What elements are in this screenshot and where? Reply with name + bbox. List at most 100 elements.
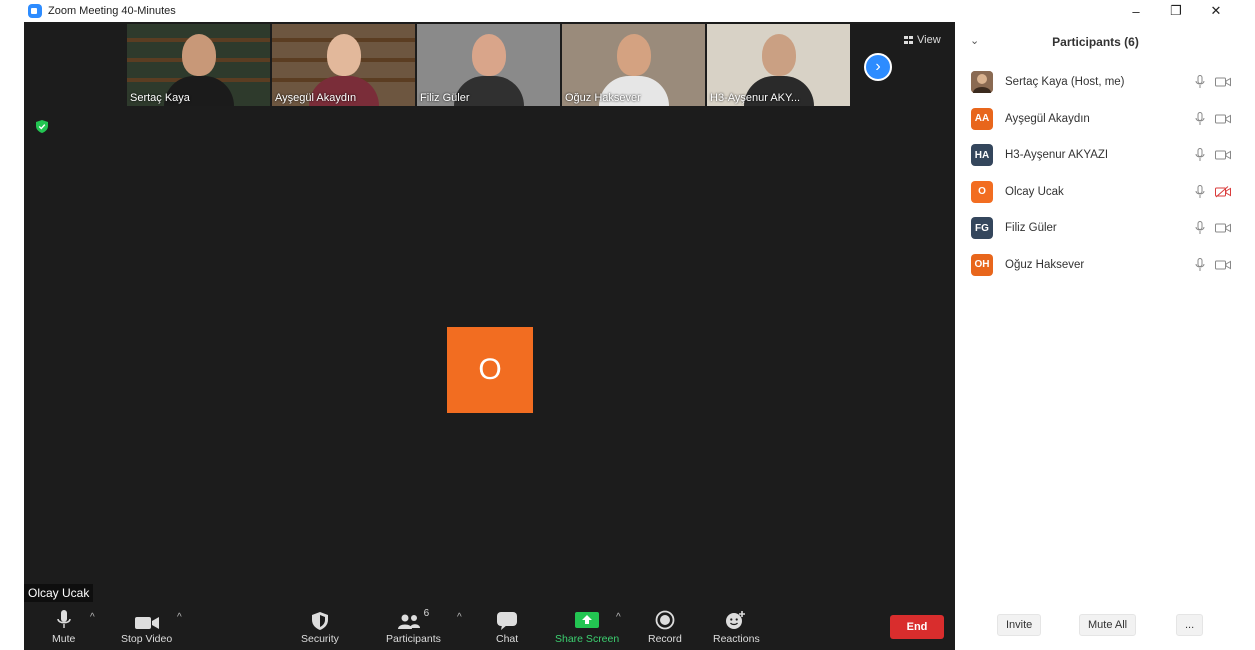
participant-name: Oğuz Haksever bbox=[1005, 258, 1085, 271]
record-label: Record bbox=[648, 633, 682, 645]
participant-avatar: FG bbox=[971, 217, 993, 239]
video-tile[interactable]: Filiz Güler bbox=[417, 24, 560, 106]
profile-photo-icon bbox=[971, 71, 993, 93]
close-button[interactable]: ✕ bbox=[1196, 0, 1236, 22]
meeting-toolbar: Mute ^ Stop Video ^ Security 6 Participa… bbox=[24, 602, 955, 650]
view-label: View bbox=[917, 34, 941, 46]
participant-head bbox=[181, 34, 216, 76]
participants-options-caret[interactable]: ^ bbox=[457, 612, 462, 623]
encryption-shield-icon[interactable] bbox=[36, 120, 48, 133]
chat-bubble-icon bbox=[497, 608, 518, 630]
gallery-strip: Sertaç Kaya Ayşegül Akaydın Filiz Güler Oğu… bbox=[127, 24, 850, 106]
more-options-button[interactable]: ... bbox=[1176, 614, 1204, 636]
microphone-icon[interactable] bbox=[1195, 184, 1209, 199]
stop-video-button[interactable]: Stop Video bbox=[121, 608, 172, 645]
participants-panel-header: ⌄ Participants (6) bbox=[955, 22, 1236, 62]
participant-row[interactable]: Sertaç Kaya (Host, me) bbox=[971, 70, 1231, 94]
video-options-caret[interactable]: ^ bbox=[177, 612, 182, 623]
video-off-icon[interactable] bbox=[1215, 185, 1231, 199]
participant-row[interactable]: FG Filiz Güler bbox=[971, 216, 1231, 240]
video-tile-name: Ayşegül Akaydın bbox=[275, 92, 357, 104]
audio-options-caret[interactable]: ^ bbox=[90, 612, 95, 623]
security-button[interactable]: Security bbox=[301, 608, 339, 645]
reactions-button[interactable]: Reactions bbox=[713, 608, 760, 645]
participant-head bbox=[326, 34, 361, 76]
video-tile[interactable]: Ayşegül Akaydın bbox=[272, 24, 415, 106]
share-screen-button[interactable]: Share Screen bbox=[555, 608, 619, 645]
video-camera-icon[interactable] bbox=[1215, 75, 1231, 89]
restore-button[interactable]: ❐ bbox=[1156, 0, 1196, 22]
participants-panel-title: Participants (6) bbox=[1052, 35, 1139, 49]
view-button[interactable]: View bbox=[904, 34, 941, 46]
participant-row[interactable]: O Olcay Ucak bbox=[971, 180, 1231, 204]
reactions-label: Reactions bbox=[713, 633, 760, 645]
mute-all-button[interactable]: Mute All bbox=[1079, 614, 1137, 636]
microphone-icon[interactable] bbox=[1195, 111, 1209, 126]
participant-name: Ayşegül Akaydın bbox=[1005, 112, 1090, 125]
microphone-icon[interactable] bbox=[1195, 148, 1209, 162]
mute-label: Mute bbox=[52, 633, 76, 645]
video-tile[interactable]: H3-Ayşenur AKY... bbox=[707, 24, 850, 106]
participant-avatar: HA bbox=[971, 144, 993, 166]
video-camera-icon[interactable] bbox=[1215, 148, 1231, 162]
participants-label: Participants bbox=[386, 633, 441, 645]
microphone-icon[interactable] bbox=[1195, 257, 1209, 272]
active-speaker-avatar: O bbox=[447, 327, 533, 413]
participant-head bbox=[616, 34, 651, 76]
video-tile-name: H3-Ayşenur AKY... bbox=[710, 92, 801, 104]
next-page-button[interactable]: › bbox=[864, 53, 892, 81]
end-meeting-button[interactable]: End bbox=[890, 615, 944, 639]
microphone-icon[interactable] bbox=[1195, 75, 1209, 89]
video-tile-name: Oğuz Haksever bbox=[565, 92, 641, 104]
participants-panel-footer: Invite Mute All ... bbox=[955, 614, 1236, 640]
participant-row[interactable]: AA Ayşegül Akaydın bbox=[971, 107, 1231, 131]
microphone-icon[interactable] bbox=[1195, 221, 1209, 235]
participant-name: Olcay Ucak bbox=[1005, 185, 1064, 198]
microphone-icon bbox=[56, 608, 71, 630]
participants-icon: 6 bbox=[397, 608, 430, 630]
participant-avatar: O bbox=[971, 180, 993, 203]
participant-row[interactable]: OH Oğuz Haksever bbox=[971, 253, 1231, 277]
grid-view-icon bbox=[904, 36, 913, 44]
invite-button[interactable]: Invite bbox=[997, 614, 1042, 636]
participant-avatar: OH bbox=[971, 253, 993, 276]
minimize-button[interactable]: – bbox=[1116, 0, 1156, 22]
participant-name: H3-Ayşenur AKYAZI bbox=[1005, 149, 1109, 161]
participant-head bbox=[471, 34, 506, 76]
zoom-window: Zoom Meeting 40-Minutes – ❐ ✕ Sertaç Kay… bbox=[0, 0, 1255, 650]
participants-count: 6 bbox=[423, 608, 430, 619]
record-button[interactable]: Record bbox=[648, 608, 682, 645]
active-speaker-name: Olcay Ucak bbox=[24, 584, 94, 602]
chat-label: Chat bbox=[496, 633, 519, 645]
mute-button[interactable]: Mute bbox=[52, 608, 75, 645]
video-tile[interactable]: Sertaç Kaya bbox=[127, 24, 270, 106]
participants-panel: ⌄ Participants (6) Sertaç Kaya (Host, me… bbox=[955, 22, 1236, 650]
record-icon bbox=[655, 608, 675, 630]
video-camera-icon[interactable] bbox=[1215, 112, 1231, 126]
video-tile[interactable]: Oğuz Haksever bbox=[562, 24, 705, 106]
window-controls: – ❐ ✕ bbox=[1116, 0, 1236, 22]
window-title: Zoom Meeting 40-Minutes bbox=[48, 5, 176, 17]
share-options-caret[interactable]: ^ bbox=[616, 612, 621, 623]
zoom-logo-icon bbox=[28, 4, 42, 18]
share-screen-icon bbox=[575, 608, 600, 630]
security-shield-icon bbox=[311, 608, 328, 630]
video-camera-icon[interactable] bbox=[1215, 221, 1231, 235]
video-camera-icon[interactable] bbox=[1215, 258, 1231, 272]
stop-video-label: Stop Video bbox=[121, 633, 173, 645]
chevron-right-icon: › bbox=[875, 58, 881, 75]
title-bar: Zoom Meeting 40-Minutes – ❐ ✕ bbox=[24, 0, 1236, 22]
video-camera-icon bbox=[134, 608, 159, 630]
participant-head bbox=[761, 34, 796, 76]
share-screen-label: Share Screen bbox=[555, 633, 620, 645]
participant-row[interactable]: HA H3-Ayşenur AKYAZI bbox=[971, 143, 1231, 167]
participant-avatar: AA bbox=[971, 107, 993, 130]
participant-avatar bbox=[971, 71, 993, 93]
participants-button[interactable]: 6 Participants bbox=[386, 608, 441, 645]
participant-name: Sertaç Kaya (Host, me) bbox=[1005, 76, 1125, 88]
video-tile-name: Filiz Güler bbox=[420, 92, 470, 104]
emoji-plus-icon bbox=[725, 608, 747, 630]
active-speaker-initial: O bbox=[478, 353, 502, 386]
chat-button[interactable]: Chat bbox=[496, 608, 518, 645]
video-tile-name: Sertaç Kaya bbox=[130, 92, 190, 104]
